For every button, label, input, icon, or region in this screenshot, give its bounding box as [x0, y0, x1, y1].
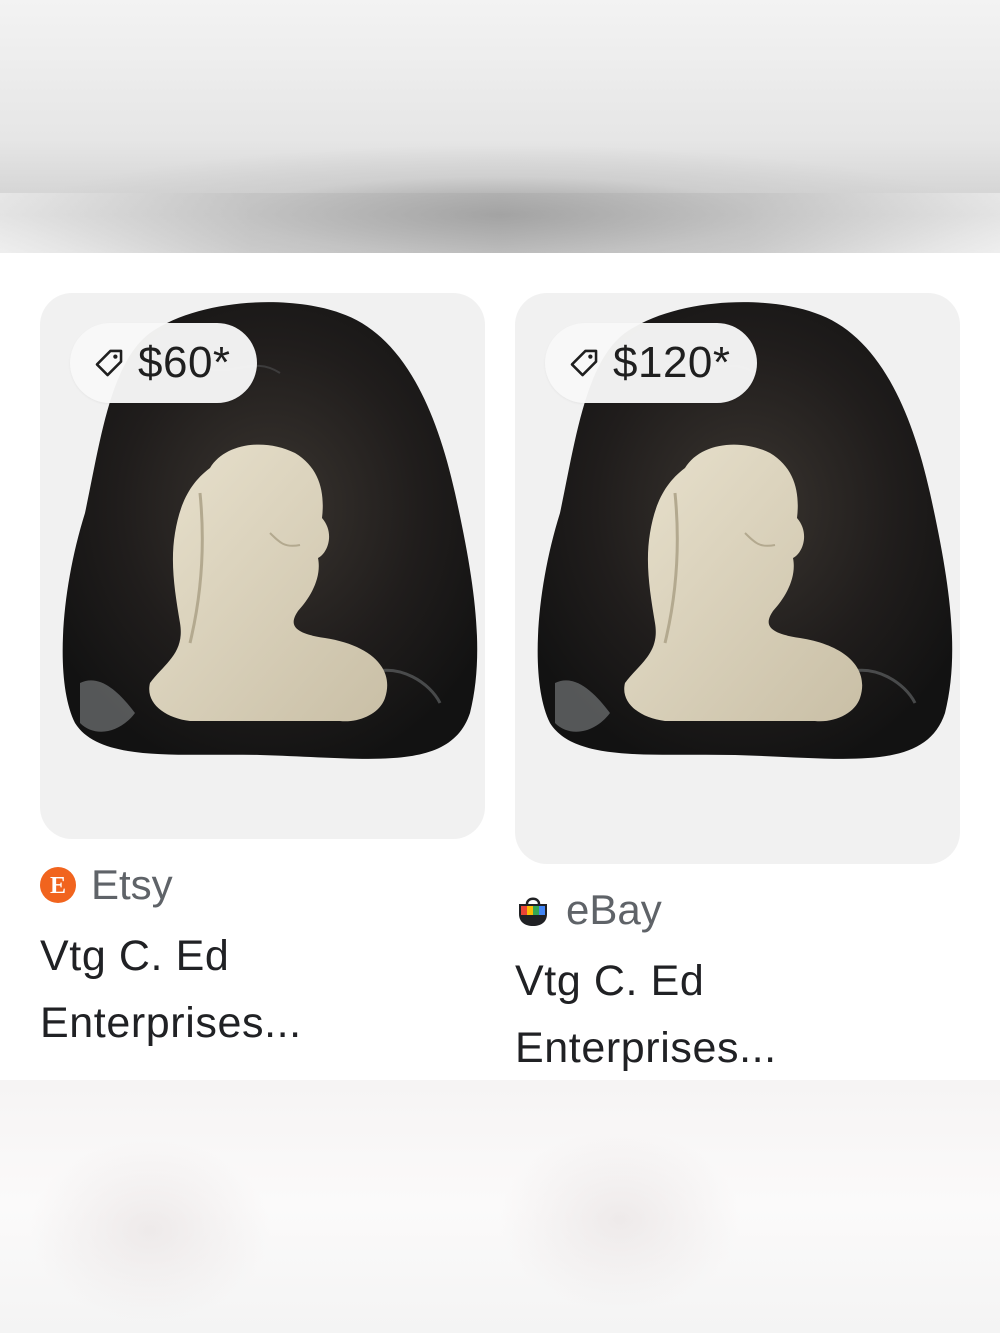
blurred-background-top — [0, 0, 1000, 253]
product-title-line: Enterprises... — [40, 999, 302, 1047]
merchant-row: E Etsy — [40, 861, 485, 909]
price-text: $120* — [613, 338, 731, 387]
price-tag-icon — [570, 349, 598, 377]
product-title-line: Vtg C. Ed — [40, 932, 230, 980]
product-card[interactable]: $60* E Etsy Vtg C. Ed Enterprises... — [40, 293, 485, 1057]
product-thumbnail[interactable]: $60* — [40, 293, 485, 839]
product-title-line: Vtg C. Ed — [515, 957, 705, 1005]
price-tag: $60* — [70, 323, 257, 403]
product-card[interactable]: $120* eBay Vtg C. Ed Enterprises... — [515, 293, 960, 1082]
merchant-name: eBay — [566, 886, 662, 933]
svg-text:E: E — [50, 873, 66, 899]
product-title[interactable]: Vtg C. Ed Enterprises... — [40, 923, 485, 1057]
price-tag: $120* — [545, 323, 757, 403]
shopping-results: $60* E Etsy Vtg C. Ed Enterprises... $12… — [0, 253, 1000, 1080]
product-title[interactable]: Vtg C. Ed Enterprises... — [515, 948, 960, 1082]
etsy-logo-icon: E — [40, 867, 76, 903]
product-title-line: Enterprises... — [515, 1024, 777, 1072]
product-thumbnail[interactable]: $120* — [515, 293, 960, 864]
merchant-row: eBay — [515, 886, 960, 934]
blurred-background-bottom — [0, 1080, 1000, 1333]
price-tag-icon — [95, 349, 123, 377]
price-text: $60* — [138, 338, 231, 387]
merchant-name: Etsy — [91, 861, 173, 908]
shopping-bag-logo-icon — [519, 897, 547, 926]
